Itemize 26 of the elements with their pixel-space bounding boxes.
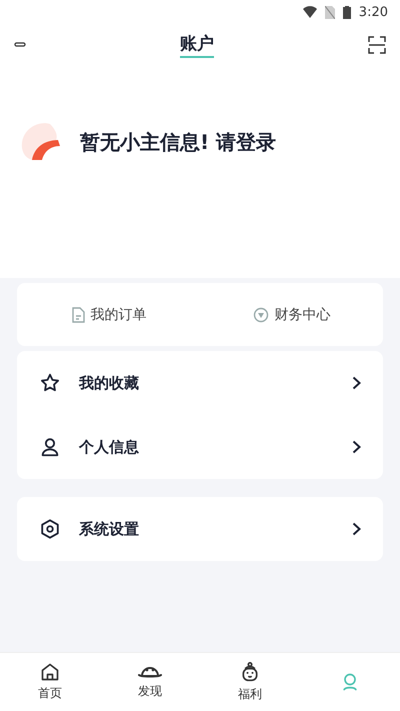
nav-tab[interactable]: 福利 — [200, 653, 300, 711]
quick-link[interactable]: 财务中心 — [200, 283, 383, 346]
nav-tab[interactable]: 首页 — [0, 653, 100, 711]
wifi-icon — [302, 6, 317, 18]
document-icon — [70, 306, 84, 322]
page-title: 账户 — [180, 32, 214, 58]
menu-item[interactable]: 我的收藏 — [17, 351, 383, 415]
scan-icon[interactable] — [368, 36, 386, 54]
settings-icon — [39, 518, 61, 540]
star-icon — [39, 372, 61, 394]
menu-item[interactable]: 系统设置 — [17, 497, 383, 561]
menu-item[interactable]: 个人信息 — [17, 415, 383, 479]
minimize-icon[interactable] — [14, 42, 26, 48]
login-prompt[interactable]: 暂无小主信息! 请登录 — [80, 128, 276, 156]
clock-time: 3:20 — [358, 4, 388, 20]
chevron-icon — [352, 376, 361, 390]
person-icon — [39, 436, 61, 458]
chevron-icon — [352, 440, 361, 454]
nav-tab[interactable]: 发现 — [100, 653, 200, 711]
coin-icon — [252, 306, 268, 322]
no-sim-icon — [324, 6, 335, 18]
chevron-icon — [352, 522, 361, 536]
home-icon — [40, 662, 60, 682]
quick-link[interactable]: 我的订单 — [17, 283, 200, 346]
battery-icon — [342, 6, 351, 18]
mascot-icon — [240, 661, 260, 683]
